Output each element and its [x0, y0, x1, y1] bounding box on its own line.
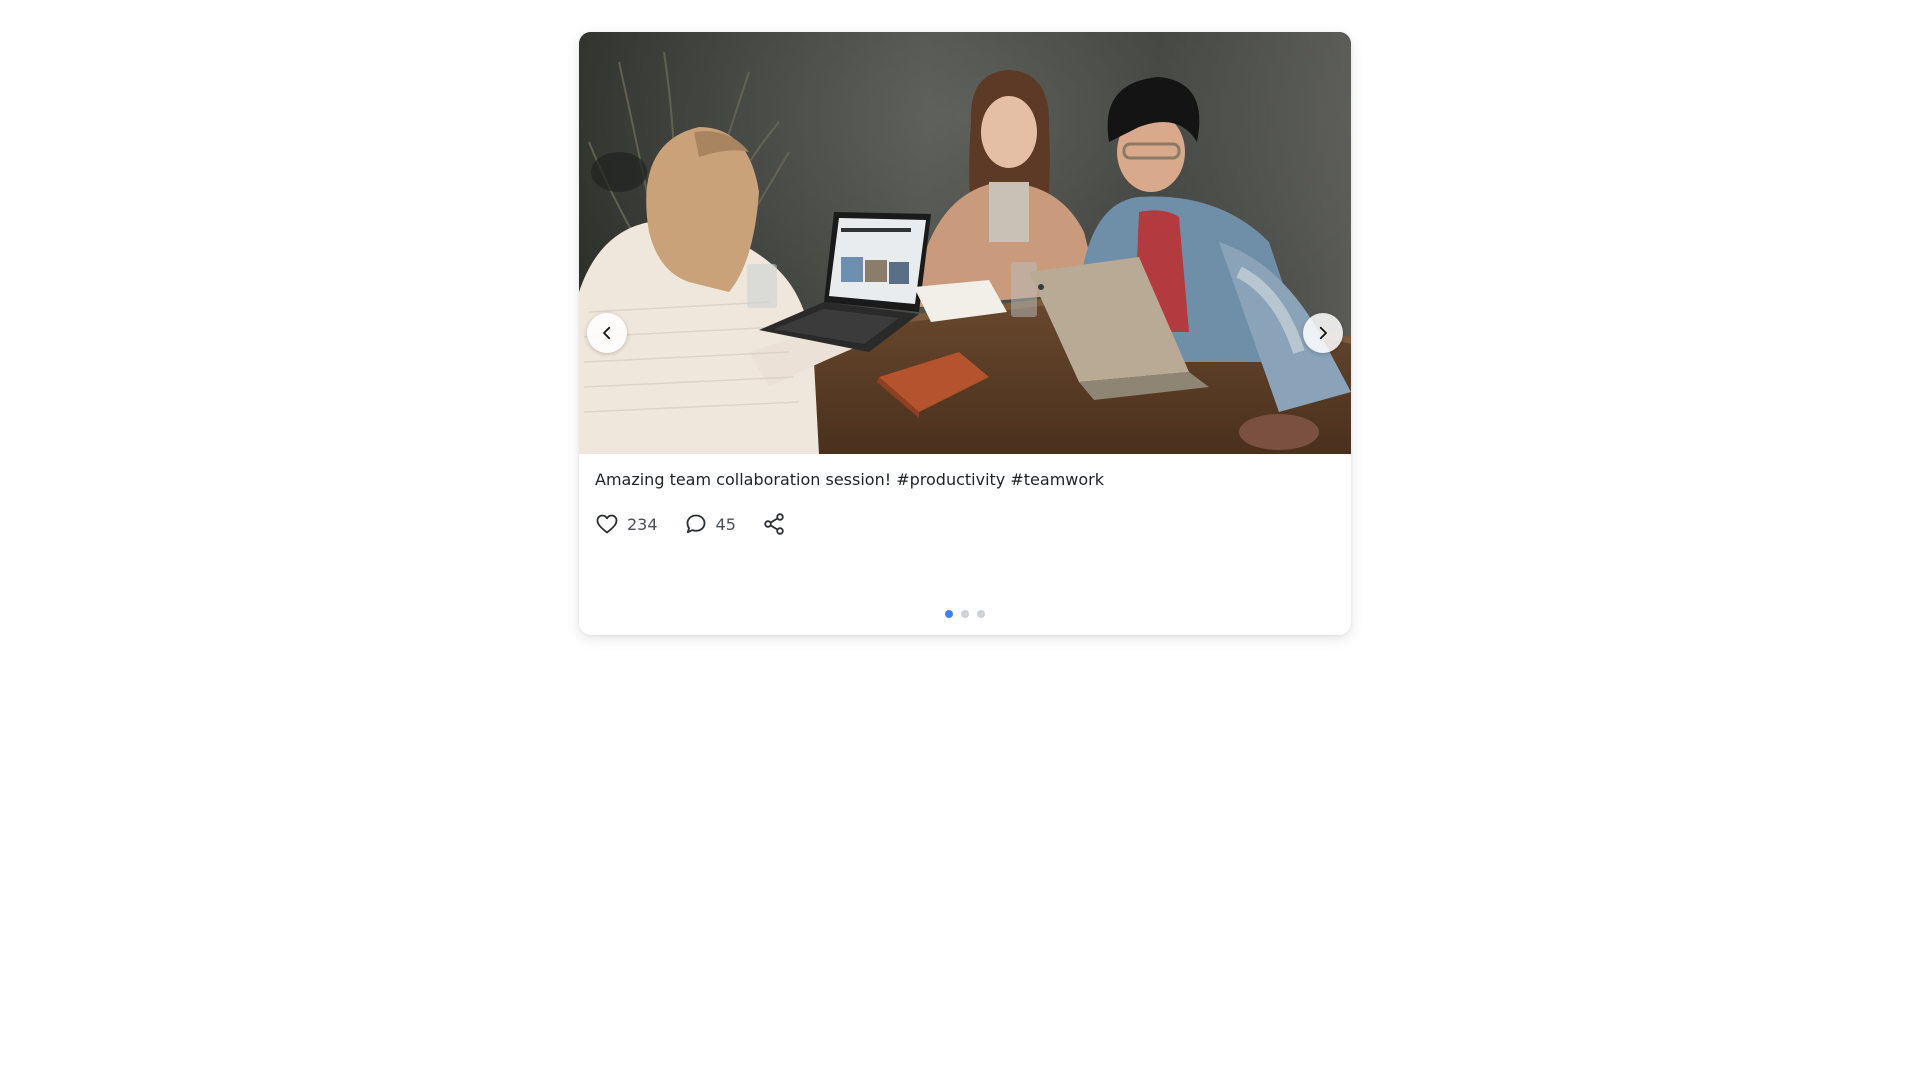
comment-count: 45: [715, 514, 736, 534]
heart-icon: [596, 514, 618, 534]
like-count: 234: [627, 514, 658, 534]
image-carousel[interactable]: [579, 32, 1351, 454]
post-photo: [579, 32, 1351, 454]
chevron-right-icon: [1319, 326, 1327, 340]
post-caption: Amazing team collaboration session! #pro…: [595, 470, 1104, 489]
comment-bubble-icon: [686, 514, 705, 534]
carousel-dot-1[interactable]: [945, 610, 953, 618]
carousel-next-button[interactable]: [1303, 313, 1343, 353]
share-button[interactable]: [762, 512, 786, 536]
post-card: Amazing team collaboration session! #pro…: [579, 32, 1351, 635]
comment-button[interactable]: 45: [684, 512, 736, 536]
share-icon: [764, 513, 784, 535]
like-button[interactable]: 234: [595, 512, 658, 536]
carousel-dot-3[interactable]: [977, 610, 985, 618]
carousel-indicators: [579, 610, 1351, 618]
post-actions: 234 45: [595, 510, 812, 538]
carousel-prev-button[interactable]: [587, 313, 627, 353]
carousel-dot-2[interactable]: [961, 610, 969, 618]
chevron-left-icon: [603, 326, 611, 340]
